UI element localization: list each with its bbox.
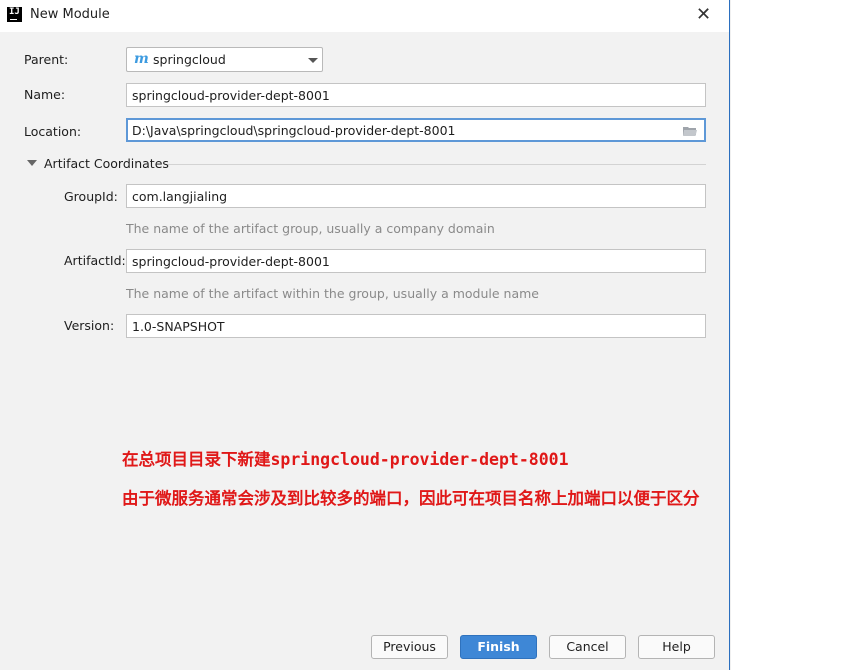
close-icon[interactable]: ✕ (696, 4, 711, 25)
previous-button[interactable]: Previous (371, 635, 448, 659)
desktop-background (731, 0, 851, 670)
parent-select[interactable]: m springcloud (126, 47, 323, 72)
maven-icon: m (134, 51, 149, 67)
annotation-line-2: 由于微服务通常会涉及到比较多的端口，因此可在项目名称上加端口以便于区分 (122, 489, 700, 508)
intellij-icon: IJ (7, 7, 22, 22)
location-label: Location: (24, 124, 82, 139)
groupid-field[interactable]: com.langjialing (126, 184, 706, 208)
cancel-button[interactable]: Cancel (549, 635, 626, 659)
help-button[interactable]: Help (638, 635, 715, 659)
artifactid-field[interactable]: springcloud-provider-dept-8001 (126, 249, 706, 273)
folder-icon[interactable] (683, 126, 697, 136)
artifactid-hint: The name of the artifact within the grou… (126, 286, 539, 301)
parent-select-value: springcloud (153, 52, 226, 67)
chevron-down-icon (308, 58, 318, 63)
groupid-hint: The name of the artifact group, usually … (126, 221, 495, 236)
annotation-line-1: 在总项目目录下新建springcloud-provider-dept-8001 (122, 450, 569, 469)
window-title: New Module (30, 7, 110, 22)
groupid-label: GroupId: (64, 189, 118, 204)
artifact-section-title: Artifact Coordinates (44, 156, 169, 171)
finish-button[interactable]: Finish (460, 635, 537, 659)
version-field[interactable]: 1.0-SNAPSHOT (126, 314, 706, 338)
expand-triangle-icon[interactable] (27, 160, 37, 166)
parent-label: Parent: (24, 52, 69, 67)
section-divider (168, 164, 706, 165)
title-bar: IJ New Module ✕ (0, 0, 729, 32)
name-label: Name: (24, 87, 66, 102)
version-label: Version: (64, 318, 115, 333)
location-field[interactable]: D:\Java\springcloud\springcloud-provider… (126, 118, 706, 142)
name-field[interactable]: springcloud-provider-dept-8001 (126, 83, 706, 107)
artifactid-label: ArtifactId: (64, 253, 126, 268)
new-module-dialog: IJ New Module ✕ Parent: m springcloud Na… (0, 0, 730, 670)
